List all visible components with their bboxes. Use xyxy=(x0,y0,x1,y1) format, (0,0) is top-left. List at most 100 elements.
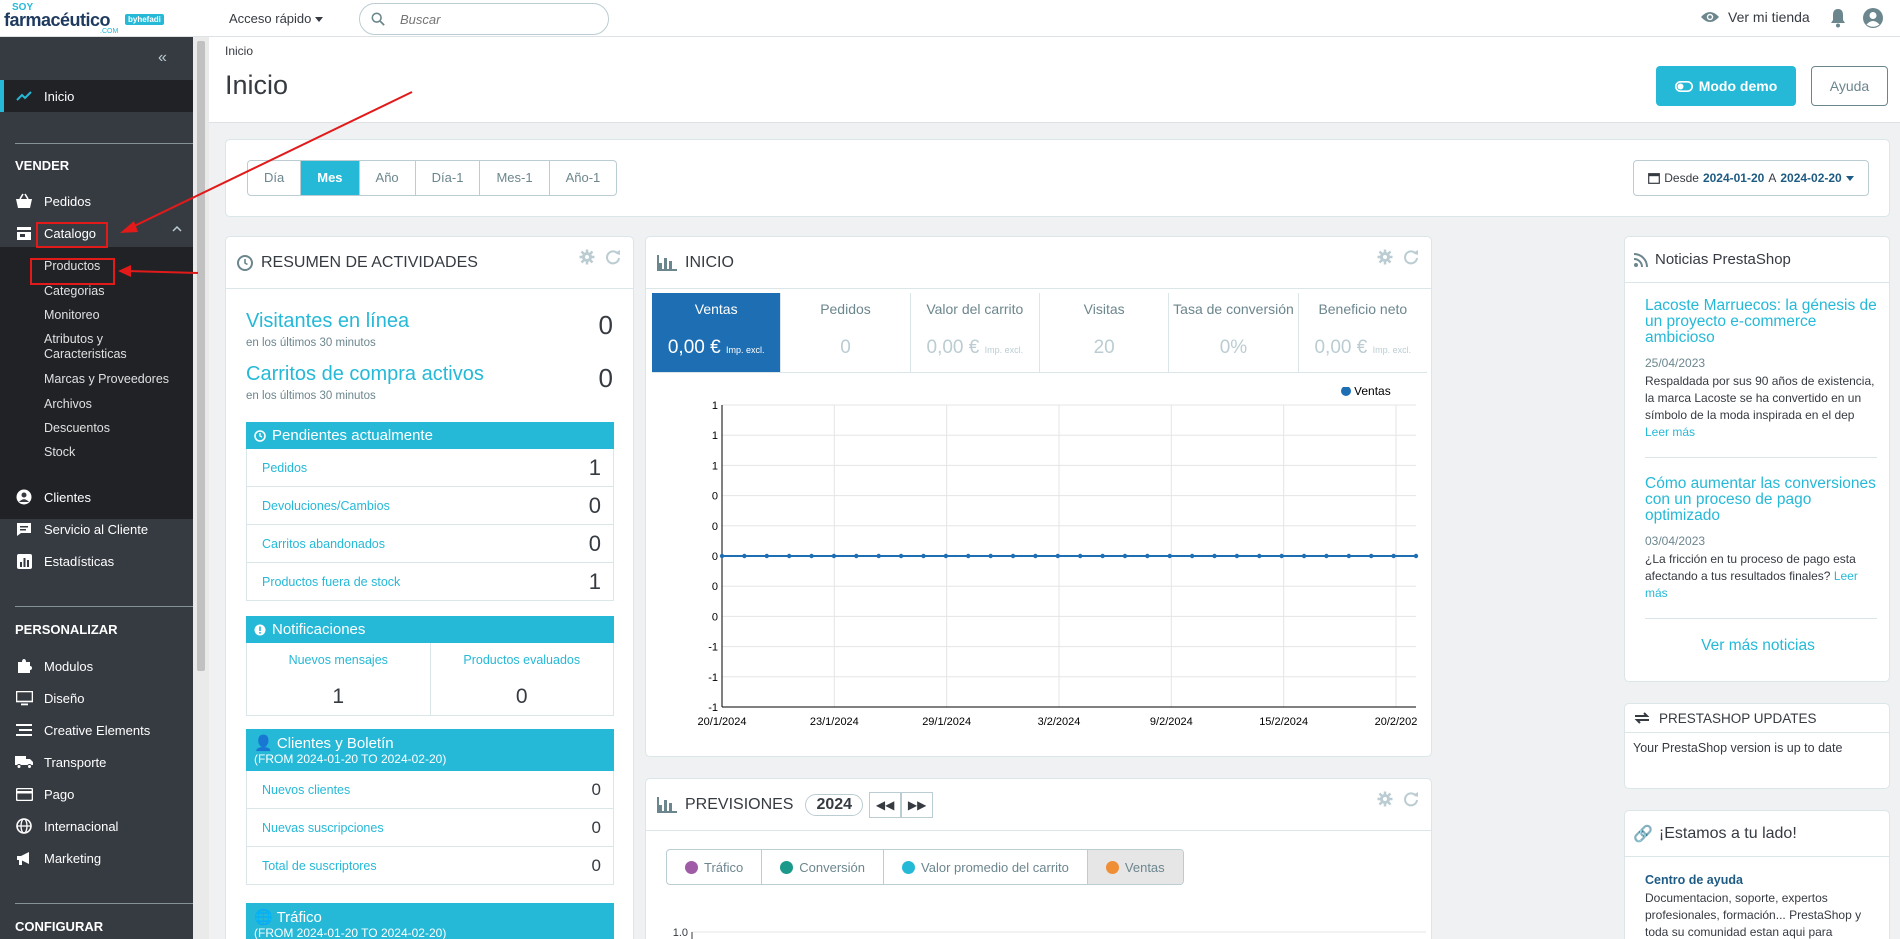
period-tab-prev-month[interactable]: Mes-1 xyxy=(480,161,550,195)
user-circle-icon xyxy=(14,488,34,506)
legend-dot xyxy=(780,860,794,874)
quick-access-dropdown[interactable]: Acceso rápido xyxy=(229,11,324,26)
period-tab-prev-year[interactable]: Año-1 xyxy=(550,161,617,195)
kpi-number: 20 xyxy=(1093,337,1115,358)
period-tab-year[interactable]: Año xyxy=(360,161,416,195)
sidebar-item-label: Servicio al Cliente xyxy=(44,521,149,537)
visitors-online-link[interactable]: Visitantes en línea xyxy=(246,310,409,333)
active-carts-sub: en los últimos 30 minutos xyxy=(246,390,376,402)
kpi-label: Ventas xyxy=(694,301,738,317)
x-tick-label: 23/1/2024 xyxy=(810,716,859,728)
sidebar-item-orders[interactable]: Pedidos xyxy=(0,185,193,217)
next-year-button[interactable]: ▶▶ xyxy=(901,791,934,818)
pending-label[interactable]: Carritos abandonados xyxy=(262,537,385,551)
date-from-value: 2024-01-20 xyxy=(1702,171,1765,185)
x-tick-label: 3/2/2024 xyxy=(1038,716,1081,728)
submenu-item-brands[interactable]: Marcas y Proveedores xyxy=(44,372,169,387)
sidebar-item-international[interactable]: Internacional xyxy=(0,810,193,842)
catalog-submenu: Productos Categorias Monitoreo Atributos… xyxy=(0,247,193,519)
help-center-link[interactable]: Centro de ayuda xyxy=(1645,873,1743,887)
clients-label[interactable]: Nuevos clientes xyxy=(262,783,350,797)
toggle-icon xyxy=(1674,80,1693,92)
sidebar-item-label: Estadísticas xyxy=(44,553,115,569)
kpi-sales[interactable]: Ventas 0,00 € Imp. excl. xyxy=(652,293,782,372)
forecast-tab-traffic[interactable]: Tráfico xyxy=(667,850,763,884)
sidebar-item-design[interactable]: Diseño xyxy=(0,682,193,714)
submenu-item-monitoring[interactable]: Monitoreo xyxy=(44,308,100,323)
pending-label[interactable]: Pedidos xyxy=(262,461,307,475)
sidebar-divider xyxy=(15,143,193,144)
refresh-icon[interactable] xyxy=(1403,791,1419,807)
news-item-title[interactable]: Lacoste Marruecos: la génesis de un proy… xyxy=(1645,298,1877,346)
sidebar-item-shipping[interactable]: Transporte xyxy=(0,746,193,778)
kpi-net-profit[interactable]: Beneficio neto 0,00 € Imp. excl. xyxy=(1299,293,1427,372)
user-account-icon[interactable] xyxy=(1862,7,1884,29)
active-carts-link[interactable]: Carritos de compra activos xyxy=(246,363,484,386)
pending-label[interactable]: Devoluciones/Cambios xyxy=(262,499,390,513)
sidebar-item-customers[interactable]: Clientes xyxy=(0,481,193,513)
submenu-item-categories[interactable]: Categorias xyxy=(44,284,104,299)
y-tick-label: 1 xyxy=(712,460,718,472)
submenu-item-files[interactable]: Archivos xyxy=(44,397,92,412)
kpi-orders[interactable]: Pedidos 0 xyxy=(781,293,911,372)
data-point xyxy=(1324,553,1329,559)
notif-messages[interactable]: Nuevos mensajes 1 xyxy=(247,643,431,715)
view-store-link[interactable]: Ver mi tienda xyxy=(1700,9,1810,25)
legend-dot xyxy=(902,860,916,874)
refresh-icon[interactable] xyxy=(1403,249,1419,265)
refresh-icon[interactable] xyxy=(605,249,621,265)
sidebar-item-creative-elements[interactable]: Creative Elements xyxy=(0,714,193,746)
sidebar-item-payment[interactable]: Pago xyxy=(0,778,193,810)
period-tab-month[interactable]: Mes xyxy=(301,161,360,195)
see-more-news-link[interactable]: Ver más noticias xyxy=(1625,637,1891,655)
kpi-conversion[interactable]: Tasa de conversión 0% xyxy=(1169,293,1299,372)
gear-icon[interactable] xyxy=(1377,791,1393,807)
period-tab-day[interactable]: Día xyxy=(248,161,302,195)
support-title: ¡Estamos a tu lado! xyxy=(1658,824,1797,842)
news-item-title[interactable]: Cómo aumentar las conversiones con un pr… xyxy=(1645,476,1877,524)
gear-icon[interactable] xyxy=(579,249,595,265)
truck-icon xyxy=(14,753,34,771)
period-tab-prev-day[interactable]: Día-1 xyxy=(416,161,481,195)
y-tick-label: 0 xyxy=(712,581,718,593)
help-button[interactable]: Ayuda xyxy=(1811,66,1888,106)
submenu-item-attributes[interactable]: Atributos y Caracteristicas xyxy=(44,332,144,362)
sidebar-item-label: Modulos xyxy=(44,658,94,674)
collapse-sidebar-icon[interactable]: « xyxy=(158,49,174,66)
kpi-cart-value[interactable]: Valor del carrito 0,00 € Imp. excl. xyxy=(911,293,1040,372)
forecast-tab-sales[interactable]: Ventas xyxy=(1087,850,1183,884)
forecast-tab-cart-value[interactable]: Valor promedio del carrito xyxy=(884,850,1088,884)
clients-title-line: 👤 Clientes y Boletín xyxy=(254,735,394,752)
kpi-number: 0 xyxy=(840,337,851,358)
sidebar-item-marketing[interactable]: Marketing xyxy=(0,842,193,874)
data-point xyxy=(966,553,971,559)
sidebar-item-stats[interactable]: Estadísticas xyxy=(0,545,193,577)
read-more-link[interactable]: Leer más xyxy=(1645,425,1695,439)
date-range-picker[interactable]: Desde 2024-01-20 A 2024-02-20 xyxy=(1633,160,1869,196)
pending-title: Pendientes actualmente xyxy=(272,427,433,444)
gear-icon[interactable] xyxy=(1377,249,1393,265)
forecast-tab-conversion[interactable]: Conversión xyxy=(762,850,885,884)
notif-reviews[interactable]: Productos evaluados 0 xyxy=(431,643,614,715)
sidebar-item-modules[interactable]: Modulos xyxy=(0,650,193,682)
clients-label[interactable]: Nuevas suscripciones xyxy=(262,821,384,835)
kpi-visits[interactable]: Visitas 20 xyxy=(1040,293,1170,372)
pending-label[interactable]: Productos fuera de stock xyxy=(262,575,400,589)
submenu-item-discounts[interactable]: Descuentos xyxy=(44,421,110,436)
sidebar-item-home[interactable]: Inicio xyxy=(0,80,193,112)
search-input[interactable] xyxy=(400,10,600,28)
bell-icon[interactable] xyxy=(1829,8,1847,28)
x-tick-label: 15/2/2024 xyxy=(1259,716,1308,728)
demo-mode-button[interactable]: Modo demo xyxy=(1656,66,1796,106)
traffic-header: 🌐 Tráfico (FROM 2024-01-20 TO 2024-02-20… xyxy=(246,903,614,939)
breadcrumb[interactable]: Inicio xyxy=(225,44,253,58)
search-box[interactable] xyxy=(359,3,609,35)
data-point xyxy=(1212,553,1217,559)
clients-label[interactable]: Total de suscriptores xyxy=(262,859,377,873)
previous-year-button[interactable]: ◀◀ xyxy=(869,791,902,818)
sidebar-scrollbar[interactable] xyxy=(193,37,209,939)
sidebar-item-service[interactable]: Servicio al Cliente xyxy=(0,513,193,545)
logo[interactable]: SOY farmacéutico .COM byhefadi xyxy=(4,3,168,35)
submenu-item-stock[interactable]: Stock xyxy=(44,445,75,460)
scrollbar-thumb[interactable] xyxy=(197,41,205,671)
